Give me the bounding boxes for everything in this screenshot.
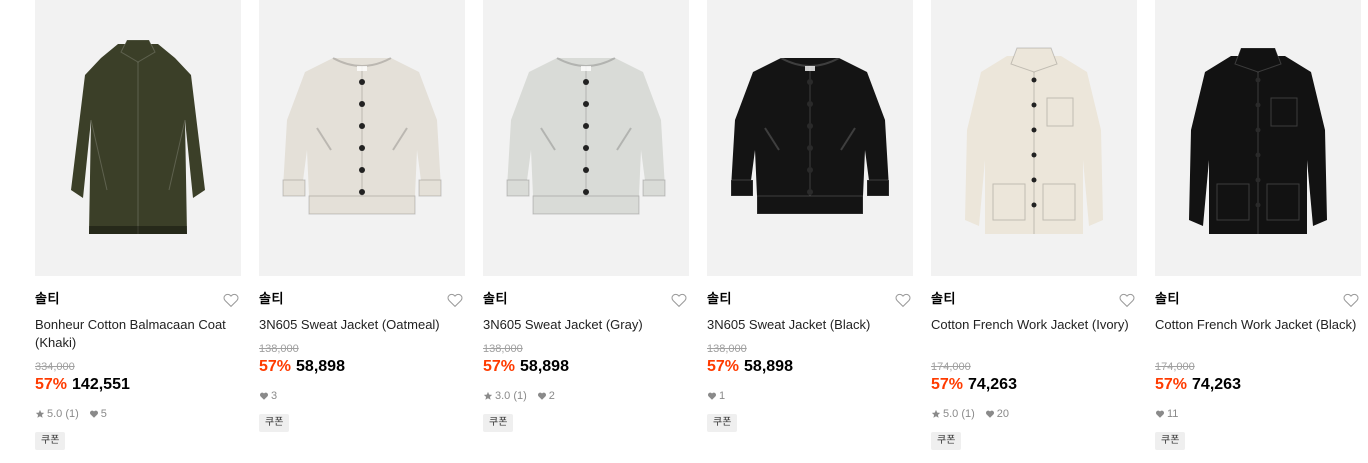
product-image[interactable] bbox=[707, 0, 913, 276]
wishlist-heart-icon[interactable] bbox=[222, 291, 240, 309]
sale-price: 58,898 bbox=[520, 358, 569, 375]
like-count: 3 bbox=[271, 390, 278, 402]
product-card[interactable]: 솔티 3N605 Sweat Jacket (Oatmeal) 138,000 … bbox=[259, 0, 465, 463]
likes-heart-icon bbox=[89, 409, 99, 419]
discount-rate: 57% bbox=[259, 358, 292, 375]
original-price: 174,000 bbox=[1155, 361, 1195, 373]
coupon-badge[interactable]: 쿠폰 bbox=[259, 414, 290, 432]
coupon-badge[interactable]: 쿠폰 bbox=[1155, 432, 1186, 450]
coupon-badge[interactable]: 쿠폰 bbox=[35, 432, 66, 450]
price-line: 57% 74,263 bbox=[931, 375, 1017, 395]
product-name[interactable]: Cotton French Work Jacket (Ivory) bbox=[931, 316, 1141, 334]
likes-heart-icon bbox=[1155, 409, 1165, 419]
wishlist-heart-icon[interactable] bbox=[894, 291, 912, 309]
wishlist-heart-icon[interactable] bbox=[1118, 291, 1136, 309]
sale-price: 58,898 bbox=[296, 358, 345, 375]
review-meta: 3.0 (1) 2 bbox=[483, 389, 555, 403]
original-price: 138,000 bbox=[483, 343, 523, 355]
brand-name[interactable]: 솔티 bbox=[483, 292, 508, 308]
product-name[interactable]: 3N605 Sweat Jacket (Gray) bbox=[483, 316, 693, 334]
star-icon bbox=[35, 409, 45, 419]
original-price: 138,000 bbox=[707, 343, 747, 355]
star-icon bbox=[483, 391, 493, 401]
product-image[interactable] bbox=[931, 0, 1137, 276]
review-meta: 11 bbox=[1155, 407, 1178, 421]
brand-name[interactable]: 솔티 bbox=[35, 292, 60, 308]
product-name[interactable]: 3N605 Sweat Jacket (Oatmeal) bbox=[259, 316, 469, 334]
rating: 5.0 (1) bbox=[943, 408, 975, 420]
product-card[interactable]: 솔티 Cotton French Work Jacket (Black) 174… bbox=[1155, 0, 1361, 463]
wishlist-heart-icon[interactable] bbox=[670, 291, 688, 309]
product-image[interactable] bbox=[483, 0, 689, 276]
like-count: 5 bbox=[100, 408, 107, 420]
likes-heart-icon bbox=[537, 391, 547, 401]
price-line: 57% 58,898 bbox=[259, 357, 345, 377]
price-line: 57% 58,898 bbox=[707, 357, 793, 377]
product-image[interactable] bbox=[259, 0, 465, 276]
original-price: 334,000 bbox=[35, 361, 75, 373]
like-count: 20 bbox=[996, 408, 1010, 420]
discount-rate: 57% bbox=[35, 376, 68, 393]
original-price: 174,000 bbox=[931, 361, 971, 373]
coupon-badge[interactable]: 쿠폰 bbox=[707, 414, 738, 432]
brand-name[interactable]: 솔티 bbox=[707, 292, 732, 308]
discount-rate: 57% bbox=[1155, 376, 1188, 393]
like-count: 11 bbox=[1167, 408, 1179, 420]
price-line: 57% 142,551 bbox=[35, 375, 130, 395]
price-line: 57% 58,898 bbox=[483, 357, 569, 377]
review-meta: 5.0 (1) 5 bbox=[35, 407, 107, 421]
product-grid: 솔티 Bonheur Cotton Balmacaan Coat (Khaki)… bbox=[35, 0, 1368, 463]
product-name[interactable]: Cotton French Work Jacket (Black) bbox=[1155, 316, 1365, 334]
wishlist-heart-icon[interactable] bbox=[446, 291, 464, 309]
star-icon bbox=[931, 409, 941, 419]
sale-price: 142,551 bbox=[72, 376, 130, 393]
discount-rate: 57% bbox=[931, 376, 964, 393]
sale-price: 74,263 bbox=[1192, 376, 1241, 393]
like-count: 2 bbox=[548, 390, 555, 402]
brand-name[interactable]: 솔티 bbox=[1155, 292, 1180, 308]
discount-rate: 57% bbox=[707, 358, 740, 375]
discount-rate: 57% bbox=[483, 358, 516, 375]
price-line: 57% 74,263 bbox=[1155, 375, 1241, 395]
sale-price: 58,898 bbox=[744, 358, 793, 375]
product-card[interactable]: 솔티 Cotton French Work Jacket (Ivory) 174… bbox=[931, 0, 1137, 463]
product-image[interactable] bbox=[1155, 0, 1361, 276]
rating: 5.0 (1) bbox=[47, 408, 79, 420]
review-meta: 1 bbox=[707, 389, 725, 403]
likes-heart-icon bbox=[259, 391, 269, 401]
product-name[interactable]: Bonheur Cotton Balmacaan Coat (Khaki) bbox=[35, 316, 245, 352]
original-price: 138,000 bbox=[259, 343, 299, 355]
like-count: 1 bbox=[719, 390, 726, 402]
likes-heart-icon bbox=[707, 391, 717, 401]
product-card[interactable]: 솔티 Bonheur Cotton Balmacaan Coat (Khaki)… bbox=[35, 0, 241, 463]
coupon-badge[interactable]: 쿠폰 bbox=[483, 414, 514, 432]
wishlist-heart-icon[interactable] bbox=[1342, 291, 1360, 309]
sale-price: 74,263 bbox=[968, 376, 1017, 393]
coupon-badge[interactable]: 쿠폰 bbox=[931, 432, 962, 450]
rating: 3.0 (1) bbox=[495, 390, 527, 402]
brand-name[interactable]: 솔티 bbox=[931, 292, 956, 308]
likes-heart-icon bbox=[985, 409, 995, 419]
brand-name[interactable]: 솔티 bbox=[259, 292, 284, 308]
product-image[interactable] bbox=[35, 0, 241, 276]
review-meta: 5.0 (1) 20 bbox=[931, 407, 1009, 421]
review-meta: 3 bbox=[259, 389, 277, 403]
product-card[interactable]: 솔티 3N605 Sweat Jacket (Black) 138,000 57… bbox=[707, 0, 913, 463]
product-name[interactable]: 3N605 Sweat Jacket (Black) bbox=[707, 316, 917, 334]
product-card[interactable]: 솔티 3N605 Sweat Jacket (Gray) 138,000 57%… bbox=[483, 0, 689, 463]
